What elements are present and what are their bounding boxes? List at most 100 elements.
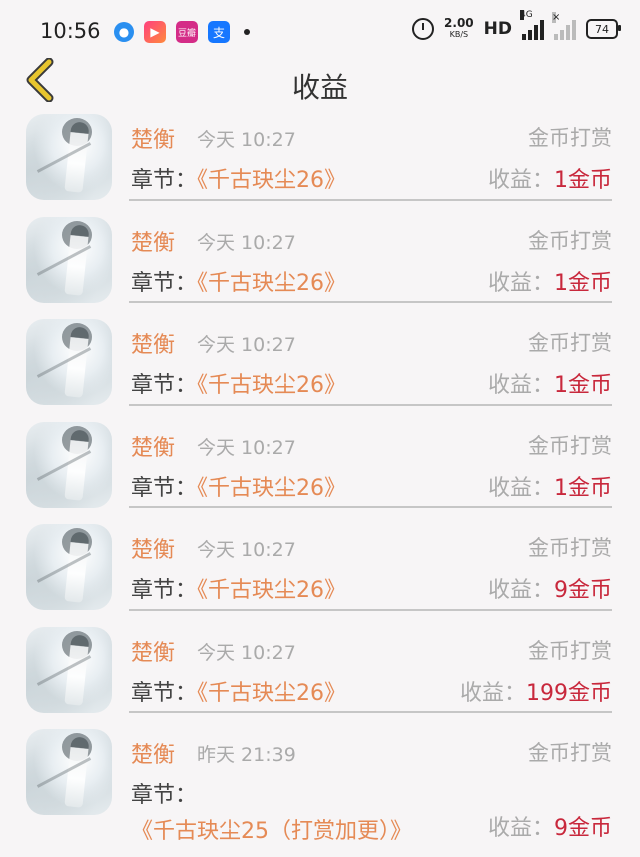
avatar	[26, 421, 112, 508]
chapter-info: 章节：《千古玦尘26》	[131, 676, 461, 712]
divider	[129, 608, 612, 611]
income-label: 收益：	[487, 373, 554, 398]
income-amount: 199金币	[526, 680, 612, 706]
chapter-label: 章节：	[131, 168, 198, 193]
chapter-name: 《千古玦尘26》	[197, 168, 347, 193]
list-item[interactable]: 楚衡 今天 10:27 金币打赏 章节：《千古玦尘26》 收益：1金币	[0, 315, 640, 418]
divider	[129, 506, 612, 508]
app-notification-icon: ●	[114, 22, 134, 42]
signal-2-icon: ×	[552, 12, 576, 40]
speed-unit: KB/S	[449, 30, 469, 39]
income-info: 收益：1金币	[488, 266, 612, 302]
hd-voice-indicator: HD	[483, 19, 512, 39]
list-item[interactable]: 楚衡 今天 10:27 金币打赏 章节：《千古玦尘26》 收益：1金币	[0, 418, 640, 521]
list-item[interactable]: 楚衡 今天 10:27 金币打赏 章节：《千古玦尘26》 收益：9金币	[0, 520, 640, 623]
user-name: 楚衡	[131, 128, 176, 153]
reward-type: 金币打赏	[528, 228, 612, 253]
income-info: 收益：9金币	[488, 811, 612, 847]
chapter-info: 章节：《千古玦尘26》	[131, 368, 461, 404]
timestamp: 昨天 21:39	[197, 744, 296, 766]
status-bar: 10:56 ● ▶ 豆瓣 支 2.00 KB/S HD 4G × 74	[0, 0, 640, 60]
timestamp: 今天 10:27	[197, 334, 296, 356]
header-bar: 收益	[0, 52, 640, 110]
avatar	[26, 626, 112, 713]
chapter-info: 章节：《千古玦尘26》	[131, 573, 461, 609]
avatar	[26, 729, 112, 815]
user-name: 楚衡	[131, 435, 176, 461]
system-icons: 2.00 KB/S HD 4G × 74	[412, 10, 621, 40]
divider	[129, 198, 612, 201]
more-notifications-dot-icon	[244, 29, 250, 35]
income-label: 收益：	[487, 270, 554, 296]
avatar	[26, 524, 112, 610]
chapter-label: 章节：	[131, 578, 198, 603]
network-type: 4G	[520, 10, 533, 20]
list-item[interactable]: 楚衡 昨天 21:39 金币打赏 章节： 《千古玦尘25（打赏加更）》 收益：9金…	[0, 725, 640, 855]
earnings-list: 楚衡 今天 10:27 金币打赏 章节：《千古玦尘26》 收益：1金币 楚衡 今…	[0, 110, 640, 855]
user-name: 楚衡	[131, 333, 176, 358]
list-item[interactable]: 楚衡 今天 10:27 金币打赏 章节：《千古玦尘26》 收益：199金币	[0, 623, 640, 726]
chapter-label: 章节：	[131, 680, 198, 706]
user-name: 楚衡	[131, 538, 176, 563]
chapter-name: 《千古玦尘26》	[197, 680, 347, 706]
timestamp: 今天 10:27	[197, 436, 296, 459]
notification-icons: ● ▶ 豆瓣 支	[114, 20, 250, 44]
chapter-label: 章节：	[131, 475, 198, 501]
timestamp: 今天 10:27	[197, 539, 296, 561]
chapter-name: 《千古玦尘26》	[197, 373, 347, 398]
income-info: 收益：1金币	[488, 471, 612, 507]
chapter-label: 章节：	[131, 270, 198, 296]
chapter-info: 章节：《千古玦尘26》	[131, 471, 461, 507]
chapter-name: 《千古玦尘25（打赏加更）》	[131, 819, 412, 844]
reward-type: 金币打赏	[528, 741, 612, 765]
income-info: 收益：199金币	[460, 676, 612, 712]
user-name: 楚衡	[131, 640, 176, 666]
income-amount: 9金币	[554, 816, 612, 841]
income-label: 收益：	[487, 816, 554, 841]
reward-type: 金币打赏	[528, 536, 612, 560]
reward-type: 金币打赏	[528, 433, 612, 458]
income-label: 收益：	[487, 578, 554, 603]
chapter-info: 章节：《千古玦尘26》	[131, 266, 461, 302]
alipay-icon: 支	[208, 21, 230, 43]
chapter-name: 《千古玦尘26》	[197, 475, 347, 501]
user-name: 楚衡	[131, 230, 176, 256]
income-label: 收益：	[459, 680, 526, 706]
speed-value: 2.00	[444, 16, 474, 30]
income-info: 收益：9金币	[488, 573, 612, 609]
chapter-info: 章节：《千古玦尘26》	[131, 163, 461, 199]
avatar	[26, 114, 112, 200]
page-title: 收益	[291, 71, 348, 104]
clock: 10:56	[40, 19, 101, 43]
avatar	[26, 216, 112, 303]
income-amount: 1金币	[554, 373, 612, 398]
timestamp: 今天 10:27	[197, 129, 296, 151]
divider	[129, 711, 612, 713]
list-item[interactable]: 楚衡 今天 10:27 金币打赏 章节：《千古玦尘26》 收益：1金币	[0, 213, 640, 316]
income-label: 收益：	[487, 168, 554, 193]
chapter-name: 《千古玦尘26》	[197, 578, 347, 603]
battery-icon: 74	[586, 19, 621, 39]
chapter-label: 章节：	[131, 373, 198, 398]
timestamp: 今天 10:27	[197, 231, 296, 254]
chapter-label: 章节：	[131, 783, 198, 808]
divider	[129, 403, 612, 406]
user-name: 楚衡	[131, 743, 176, 768]
income-info: 收益：1金币	[488, 368, 612, 404]
alarm-icon	[412, 18, 435, 40]
reward-type: 金币打赏	[528, 638, 612, 663]
video-app-icon: ▶	[144, 21, 166, 43]
chapter-name: 《千古玦尘26》	[197, 270, 347, 296]
reward-type: 金币打赏	[528, 331, 612, 355]
reward-type: 金币打赏	[528, 126, 612, 150]
avatar	[26, 319, 112, 405]
income-info: 收益：1金币	[488, 163, 612, 199]
income-amount: 1金币	[554, 168, 612, 193]
list-item[interactable]: 楚衡 今天 10:27 金币打赏 章节：《千古玦尘26》 收益：1金币	[0, 110, 640, 213]
divider	[129, 301, 612, 303]
income-label: 收益：	[487, 475, 554, 501]
chapter-info: 章节： 《千古玦尘25（打赏加更）》	[131, 778, 461, 850]
timestamp: 今天 10:27	[197, 641, 296, 664]
income-amount: 1金币	[554, 475, 612, 501]
network-speed: 2.00 KB/S	[444, 16, 474, 40]
